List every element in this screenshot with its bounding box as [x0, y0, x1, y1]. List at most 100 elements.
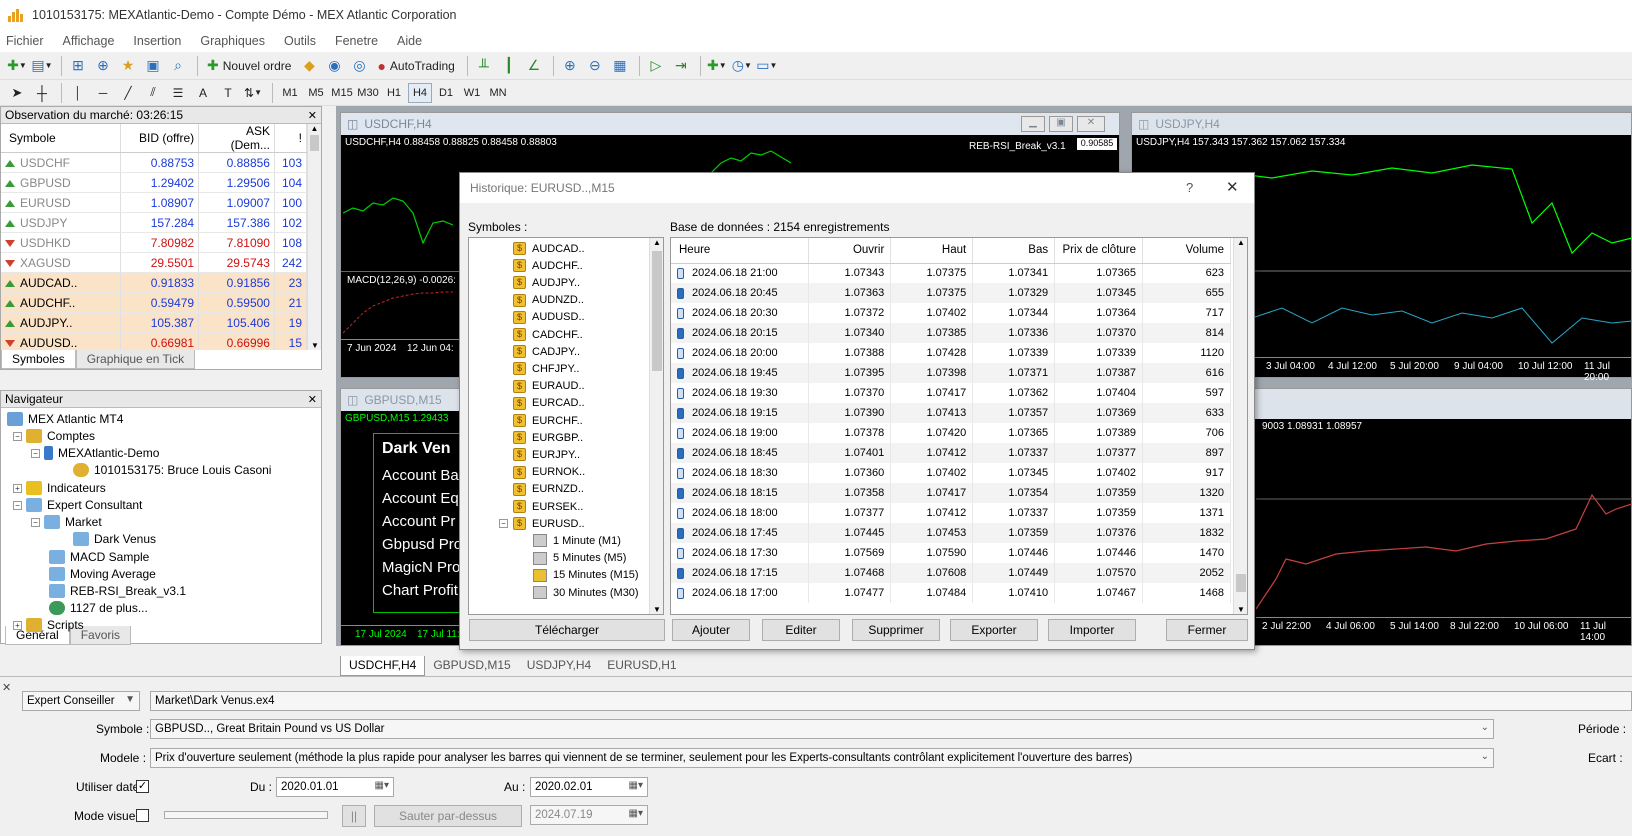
symbol-tree-item[interactable]: $ EURGBP..: [513, 429, 583, 446]
chart-tab-usdchf[interactable]: USDCHF,H4: [340, 656, 426, 676]
periods-button[interactable]: ◷ ▼: [731, 55, 753, 77]
navigator-button[interactable]: ★: [117, 55, 139, 77]
tf-h1[interactable]: H1: [382, 83, 406, 103]
table-row[interactable]: 2024.06.18 19:00 1.07378 1.07420 1.07365 1.0…: [671, 423, 1231, 443]
col-volume[interactable]: Volume: [1142, 238, 1231, 264]
expert-path-field[interactable]: Market\Dark Venus.ex4: [150, 691, 1632, 711]
table-row[interactable]: AUDCAD.. 0.91833 0.91856 23: [1, 272, 308, 293]
symbol-tree-item[interactable]: $ EURNZD..: [513, 481, 584, 498]
table-row[interactable]: USDHKD 7.80982 7.81090 108: [1, 232, 308, 253]
table-row[interactable]: 2024.06.18 20:30 1.07372 1.07402 1.07344 1.0…: [671, 303, 1231, 323]
table-row[interactable]: 2024.06.18 18:15 1.07358 1.07417 1.07354 1.0…: [671, 483, 1231, 503]
chart-tab-gbpusd[interactable]: GBPUSD,M15: [425, 656, 518, 676]
symbol-tree-item[interactable]: $ EURAUD..: [513, 378, 585, 395]
chart-tab-usdjpy[interactable]: USDJPY,H4: [519, 656, 599, 676]
metaeditor-button[interactable]: ◆: [298, 55, 320, 77]
crosshair-button[interactable]: ┼: [31, 82, 53, 104]
table-row[interactable]: 2024.06.18 17:30 1.07569 1.07590 1.07446 1.0…: [671, 543, 1231, 563]
tree-scripts[interactable]: + Scripts: [13, 616, 84, 634]
trendline-button[interactable]: ╱: [117, 82, 139, 104]
close-icon[interactable]: ✕: [308, 393, 317, 406]
symbol-tree-item[interactable]: $ AUDUSD..: [513, 309, 585, 326]
add-button[interactable]: Ajouter: [672, 619, 750, 641]
tf-m30[interactable]: M30: [356, 83, 380, 103]
period-tree-item[interactable]: 15 Minutes (M15): [533, 567, 639, 584]
menu-aide[interactable]: Aide: [397, 34, 422, 48]
tf-mn[interactable]: MN: [486, 83, 510, 103]
table-row[interactable]: 2024.06.18 19:15 1.07390 1.07413 1.07357 1.0…: [671, 403, 1231, 423]
market-watch-scrollbar[interactable]: ▲ ▼: [307, 124, 321, 350]
table-row[interactable]: USDCHF 0.88753 0.88856 103: [1, 152, 308, 173]
table-row[interactable]: 2024.06.18 20:15 1.07340 1.07385 1.07336 1.0…: [671, 323, 1231, 343]
table-row[interactable]: AUDCHF.. 0.59479 0.59500 21: [1, 292, 308, 313]
table-row[interactable]: 2024.06.18 20:45 1.07363 1.07375 1.07329 1.0…: [671, 283, 1231, 303]
text-button[interactable]: A: [192, 82, 214, 104]
line-chart-button[interactable]: ∠: [523, 55, 545, 77]
new-chart-button[interactable]: ✚ ▼: [6, 55, 28, 77]
table-row[interactable]: 2024.06.18 17:45 1.07445 1.07453 1.07359 1.0…: [671, 523, 1231, 543]
fibo-button[interactable]: ☰: [167, 82, 189, 104]
menu-fenetre[interactable]: Fenetre: [335, 34, 378, 48]
table-row[interactable]: XAGUSD 29.5501 29.5743 242: [1, 252, 308, 273]
table-row[interactable]: AUDUSD.. 0.66981 0.66996 15: [1, 332, 308, 350]
tile-windows-button[interactable]: ▦: [609, 55, 631, 77]
table-row[interactable]: 2024.06.18 20:00 1.07388 1.07428 1.07339 1.0…: [671, 343, 1231, 363]
menu-insertion[interactable]: Insertion: [133, 34, 181, 48]
table-row[interactable]: 2024.06.18 19:45 1.07395 1.07398 1.07371 1.0…: [671, 363, 1231, 383]
tab-tick-chart[interactable]: Graphique en Tick: [75, 350, 196, 369]
market-watch-button[interactable]: ⊞: [67, 55, 89, 77]
symbol-tree-item[interactable]: $ AUDNZD..: [513, 292, 584, 309]
bar-chart-button[interactable]: ╨: [473, 55, 495, 77]
table-row[interactable]: 2024.06.18 18:45 1.07401 1.07412 1.07337 1.0…: [671, 443, 1231, 463]
new-order-button[interactable]: ✚ Nouvel ordre: [203, 55, 295, 77]
from-date-field[interactable]: 2020.01.01 ▦▾: [276, 777, 394, 797]
to-date-field[interactable]: 2020.02.01 ▦▾: [530, 777, 648, 797]
symbol-tree-item[interactable]: $ EURSEK..: [513, 498, 583, 515]
tree-experts[interactable]: − Expert Consultant: [13, 496, 142, 514]
table-row[interactable]: 2024.06.18 17:15 1.07468 1.07608 1.07449 1.0…: [671, 563, 1231, 583]
autoscroll-button[interactable]: ▷: [645, 55, 667, 77]
period-tree-item[interactable]: 1 Minute (M1): [533, 532, 621, 549]
col-ouvrir[interactable]: Ouvrir: [808, 238, 892, 264]
table-row[interactable]: 2024.06.18 17:00 1.07477 1.07484 1.07410 1.0…: [671, 583, 1231, 603]
horizontal-line-button[interactable]: ─: [92, 82, 114, 104]
col-bas[interactable]: Bas: [972, 238, 1056, 264]
close-button[interactable]: Fermer: [1166, 619, 1248, 641]
delete-button[interactable]: Supprimer: [852, 619, 940, 641]
tree-more[interactable]: 1127 de plus...: [49, 599, 148, 617]
import-button[interactable]: Importer: [1048, 619, 1136, 641]
symbol-tree-item[interactable]: $ AUDCAD..: [513, 240, 585, 257]
tree-macd-sample[interactable]: MACD Sample: [49, 548, 149, 566]
table-row[interactable]: AUDJPY.. 105.387 105.406 19: [1, 312, 308, 333]
table-row[interactable]: 2024.06.18 21:00 1.07343 1.07375 1.07341 1.0…: [671, 263, 1231, 283]
tf-d1[interactable]: D1: [434, 83, 458, 103]
pause-button[interactable]: ||: [342, 805, 366, 827]
tf-m1[interactable]: M1: [278, 83, 302, 103]
terminal-button[interactable]: ▣: [142, 55, 164, 77]
tf-w1[interactable]: W1: [460, 83, 484, 103]
col-close[interactable]: Prix de clôture: [1054, 238, 1144, 264]
history-scrollbar[interactable]: ▲ ▼: [1233, 238, 1247, 614]
col-symbol[interactable]: Symbole: [1, 124, 122, 153]
table-row[interactable]: EURUSD 1.08907 1.09007 100: [1, 192, 308, 213]
templates-button[interactable]: ▭ ▼: [756, 55, 778, 77]
skip-date-field[interactable]: 2024.07.19 ▦▾: [530, 805, 648, 825]
col-haut[interactable]: Haut: [890, 238, 974, 264]
table-row[interactable]: 2024.06.18 19:30 1.07370 1.07417 1.07362 1.0…: [671, 383, 1231, 403]
label-button[interactable]: T: [217, 82, 239, 104]
indicators-button[interactable]: ✚ ▼: [706, 55, 728, 77]
period-tree-item[interactable]: 5 Minutes (M5): [533, 550, 626, 567]
col-spread[interactable]: !: [274, 124, 308, 153]
zoom-in-button[interactable]: ⊕: [559, 55, 581, 77]
vertical-line-button[interactable]: │: [67, 82, 89, 104]
tree-account[interactable]: 1010153175: Bruce Louis Casoni: [73, 461, 271, 479]
symbol-tree-item[interactable]: $ EURCAD..: [513, 395, 585, 412]
tree-dark-venus[interactable]: Dark Venus: [73, 530, 156, 548]
vps-button[interactable]: ◉: [323, 55, 345, 77]
data-window-button[interactable]: ⊕: [92, 55, 114, 77]
menu-graphiques[interactable]: Graphiques: [200, 34, 265, 48]
table-row[interactable]: USDJPY 157.284 157.386 102: [1, 212, 308, 233]
tester-button[interactable]: ⌕: [167, 55, 189, 77]
col-ask[interactable]: ASK (Dem...: [198, 124, 275, 153]
col-bid[interactable]: BID (offre): [120, 124, 200, 153]
